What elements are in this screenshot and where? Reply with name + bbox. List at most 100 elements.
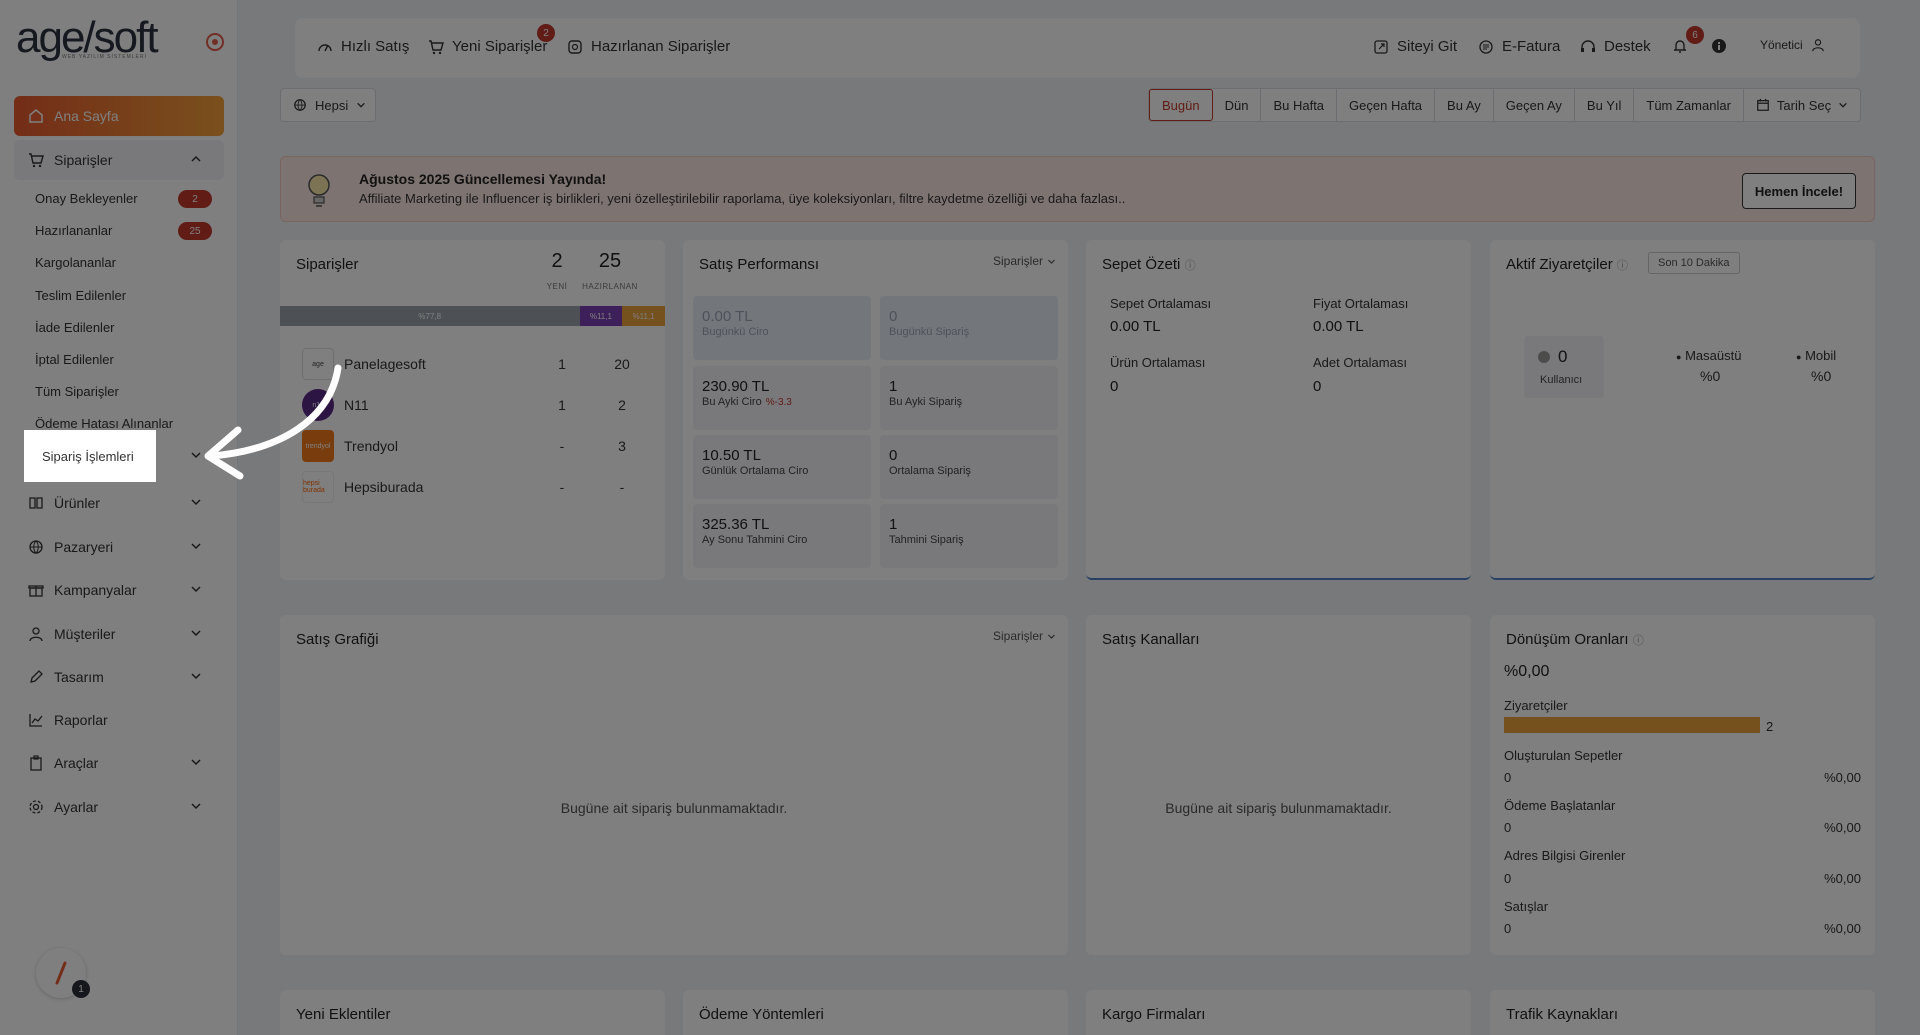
marketplace-row[interactable]: hepsi burada Hepsiburada - - — [302, 469, 652, 505]
help-icon[interactable]: ⓘ — [1633, 635, 1644, 647]
conversion-count: 0 — [1504, 921, 1512, 936]
sidebar-item-marketplace[interactable]: Pazaryeri — [14, 527, 224, 567]
chevron-down-icon — [356, 100, 366, 110]
sidebar-subitem-cancelled[interactable]: İptal Edilenler — [35, 352, 114, 367]
sidebar-item-home[interactable]: Ana Sayfa — [14, 96, 224, 136]
perf-tile: 0 Ortalama Sipariş — [880, 435, 1058, 499]
count-badge: 2 — [178, 190, 212, 208]
conversion-pct: %0,00 — [1824, 820, 1861, 835]
dropdown-value: Siparişler — [992, 254, 1043, 268]
prepared-orders-link[interactable]: Hazırlanan Siparişler — [567, 38, 730, 55]
sidebar-item-label: Raporlar — [54, 712, 108, 728]
desktop-label: Masaüstü — [1685, 348, 1742, 363]
sidebar-subitem-delivered[interactable]: Teslim Edilenler — [35, 288, 126, 303]
conversion-label: Oluşturulan Sepetler — [1504, 748, 1623, 763]
conversion-count: 0 — [1504, 820, 1512, 835]
edit-icon — [28, 669, 44, 685]
visitors-value: 2 — [1766, 719, 1774, 734]
quick-sale-link[interactable]: Hızlı Satış — [317, 38, 409, 55]
new-orders-link[interactable]: Yeni Siparişler — [428, 38, 547, 55]
help-icon[interactable]: ⓘ — [1185, 260, 1196, 272]
sidebar-subitem-pending[interactable]: Onay Bekleyenler — [35, 191, 138, 206]
sidebar-subitem-prepared[interactable]: Hazırlananlar — [35, 223, 112, 238]
sidebar-item-label: Ürünler — [54, 495, 100, 511]
announcement-button[interactable]: Hemen İncele! — [1742, 173, 1856, 209]
sidebar-item-label: Tasarım — [54, 669, 104, 685]
chevron-down-icon — [190, 540, 202, 552]
range-last-month[interactable]: Geçen Ay — [1494, 89, 1575, 121]
desktop-pct: %0 — [1700, 368, 1721, 384]
marketplace-prepared-count: - — [619, 479, 625, 495]
target-icon[interactable] — [206, 33, 224, 51]
sidebar-item-orders[interactable]: Siparişler — [14, 140, 224, 180]
announcement-banner: Ağustos 2025 Güncellemesi Yayında! Affil… — [280, 156, 1875, 222]
sidebar-subitem-returned[interactable]: İade Edilenler — [35, 320, 115, 335]
sidebar-item-label: Müşteriler — [54, 626, 116, 642]
progress-segment: %77,8 — [280, 306, 580, 326]
range-today[interactable]: Bugün — [1149, 89, 1213, 121]
sidebar-item-settings[interactable]: Ayarlar — [14, 787, 224, 827]
bell-icon — [1672, 38, 1688, 54]
date-picker-button[interactable]: Tarih Seç — [1744, 89, 1860, 121]
sidebar-item-customers[interactable]: Müşteriler — [14, 614, 224, 654]
sidebar-subitem-all-orders[interactable]: Tüm Siparişler — [35, 384, 119, 399]
perf-value: 0 — [889, 308, 898, 325]
chevron-down-icon — [1047, 632, 1056, 641]
sidebar-item-reports[interactable]: Raporlar — [14, 700, 224, 740]
perf-tile: 10.50 TL Günlük Ortalama Ciro — [693, 435, 871, 499]
scope-select[interactable]: Hepsi — [280, 88, 376, 122]
range-this-week[interactable]: Bu Hafta — [1261, 89, 1338, 121]
range-yesterday[interactable]: Dün — [1213, 89, 1262, 121]
marketplace-name: Hepsiburada — [344, 479, 424, 495]
help-icon[interactable]: ⓘ — [1617, 260, 1628, 272]
sales-perf-dropdown[interactable]: Siparişler — [993, 254, 1056, 268]
progress-segment: %11,1 — [622, 306, 665, 326]
gauge-icon — [317, 39, 333, 55]
perf-value: 0.00 TL — [702, 308, 753, 325]
info-button[interactable] — [1711, 38, 1727, 54]
user-menu[interactable]: Yönetici — [1760, 38, 1825, 52]
card-title: Dönüşüm Oranları ⓘ — [1506, 631, 1644, 648]
active-visitors-card: Aktif Ziyaretçiler ⓘ Son 10 Dakika 0 Kul… — [1490, 240, 1875, 580]
notifications-button[interactable] — [1672, 38, 1688, 54]
range-this-year[interactable]: Bu Yıl — [1575, 89, 1635, 121]
chevron-down-icon — [190, 800, 202, 812]
time-window-pill[interactable]: Son 10 Dakika — [1648, 252, 1740, 274]
empty-message: Bugüne ait sipariş bulunmamaktadır. — [1165, 800, 1392, 816]
chart-line-icon — [28, 712, 44, 728]
sidebar-item-products[interactable]: Ürünler — [14, 483, 224, 523]
e-invoice-link[interactable]: E-Fatura — [1478, 38, 1560, 55]
perf-label: Bugünkü Ciro — [702, 326, 769, 338]
sidebar-item-label: Kampanyalar — [54, 582, 137, 598]
marketplace-row[interactable]: n11 N11 1 2 — [302, 387, 652, 423]
chevron-up-icon — [190, 153, 202, 165]
perf-value: 0 — [889, 447, 898, 464]
mobile-pct: %0 — [1811, 368, 1832, 384]
sidebar-item-tools[interactable]: Araçlar — [14, 743, 224, 783]
invoice-icon — [1478, 39, 1494, 55]
sidebar-subitem-shipped[interactable]: Kargolananlar — [35, 255, 116, 270]
status-dot-icon — [1538, 351, 1550, 363]
conversion-count: 0 — [1504, 871, 1512, 886]
marketplace-row[interactable]: trendyol Trendyol - 3 — [302, 428, 652, 464]
conversion-pct: %0,00 — [1824, 871, 1861, 886]
order-operations-spotlight[interactable]: Sipariş İşlemleri — [24, 430, 156, 482]
prepared-orders-count: 25 — [598, 250, 622, 272]
go-site-link[interactable]: Siteyi Git — [1373, 38, 1457, 55]
sidebar-subitem-payment-error[interactable]: Ödeme Hatası Alınanlar — [35, 416, 173, 431]
range-all-time[interactable]: Tüm Zamanlar — [1634, 89, 1744, 121]
sidebar-item-campaigns[interactable]: Kampanyalar — [14, 570, 224, 610]
chevron-down-icon — [190, 583, 202, 595]
stat-value: 0.00 TL — [1313, 318, 1364, 335]
dropdown-value: Siparişler — [992, 629, 1043, 643]
sidebar-item-design[interactable]: Tasarım — [14, 657, 224, 697]
info-icon — [1711, 38, 1727, 54]
range-this-month[interactable]: Bu Ay — [1435, 89, 1494, 121]
sales-chart-dropdown[interactable]: Siparişler — [993, 629, 1056, 643]
marketplace-prepared-count: 2 — [618, 397, 626, 413]
marketplace-row[interactable]: age Panelagesoft 1 20 — [302, 346, 652, 382]
support-link[interactable]: Destek — [1580, 38, 1651, 55]
range-last-week[interactable]: Geçen Hafta — [1337, 89, 1436, 121]
marketplace-name: Trendyol — [344, 438, 398, 454]
count-badge: 1 — [72, 980, 90, 998]
